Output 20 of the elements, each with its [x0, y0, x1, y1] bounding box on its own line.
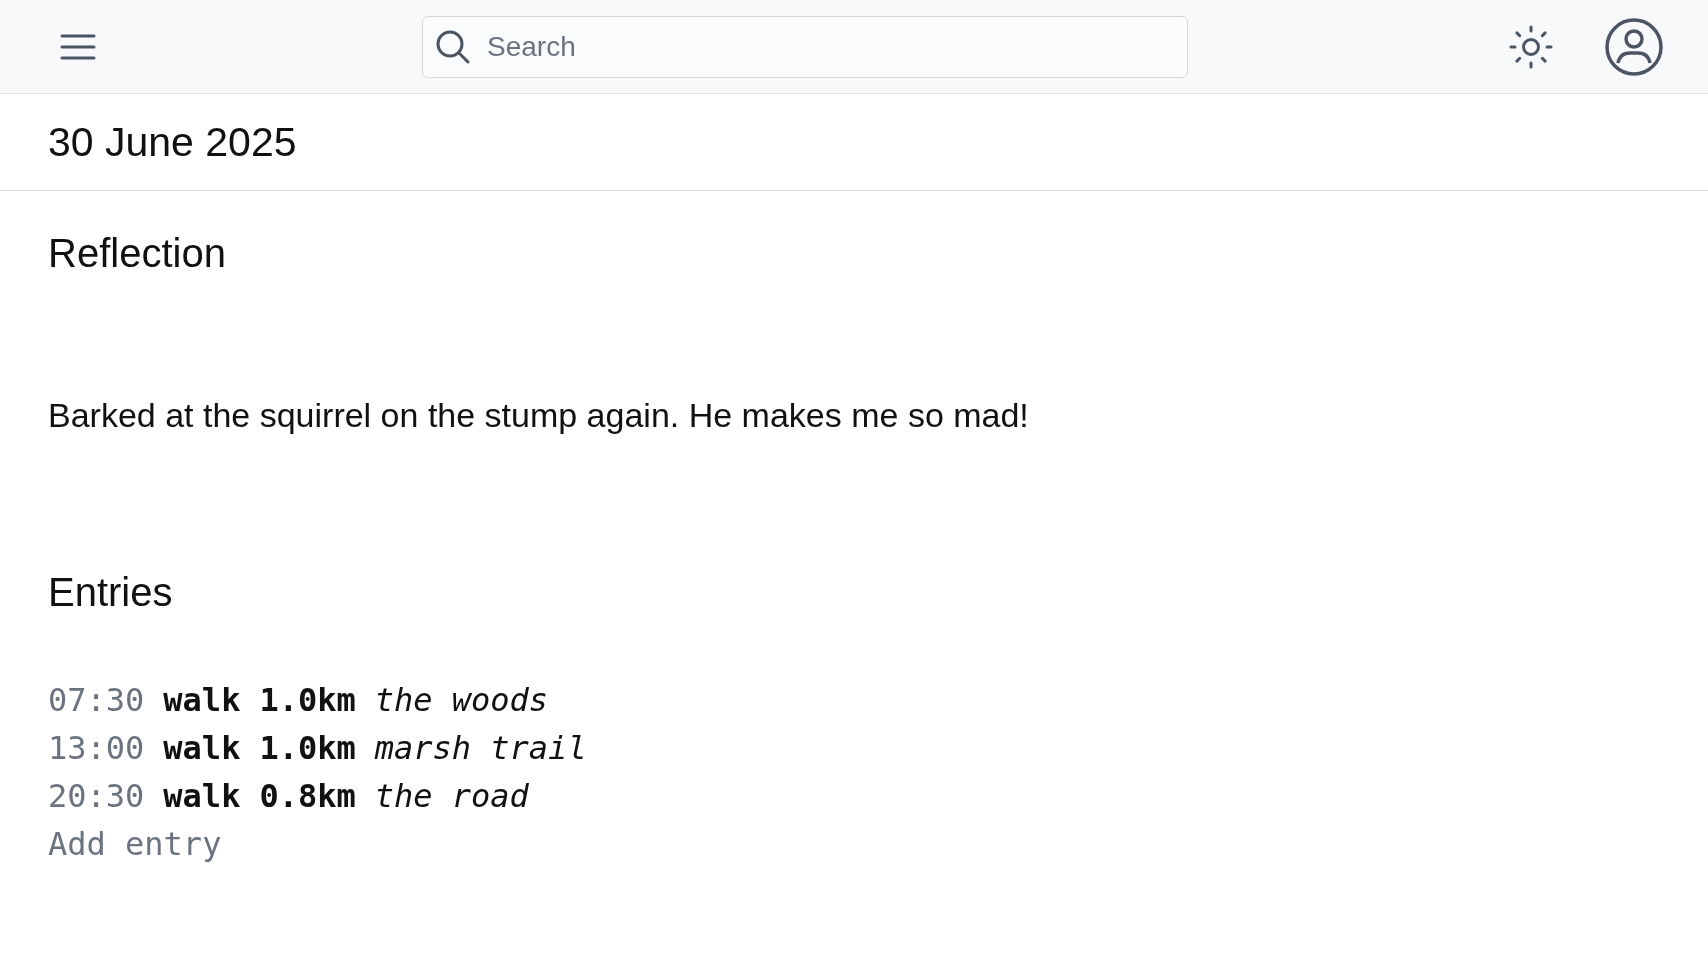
entry-distance: 0.8km: [259, 776, 356, 815]
entry-activity: walk: [163, 680, 241, 719]
entry-place: the road: [374, 776, 529, 815]
search-icon: [435, 28, 471, 65]
entry-time: 20:30: [48, 776, 145, 815]
entry-time: 07:30: [48, 680, 145, 719]
entry-time: 13:00: [48, 728, 145, 767]
date-title: 30 June 2025: [48, 118, 297, 166]
account-icon[interactable]: [1604, 16, 1664, 77]
entry-distance: 1.0km: [259, 728, 356, 767]
entry-place: marsh trail: [374, 728, 587, 767]
entry-place: the woods: [374, 680, 549, 719]
search-field[interactable]: Search: [422, 15, 1188, 78]
add-entry-field[interactable]: Add entry: [48, 819, 348, 868]
entry-distance: 1.0km: [259, 680, 356, 719]
section-heading: Entries: [48, 568, 174, 616]
entry-activity: walk: [163, 776, 241, 815]
section-heading: Reflection: [48, 230, 227, 277]
reflection-text: Barked at the squirrel on the stump again. He makes me so mad!: [48, 395, 1030, 436]
entry-activity: walk: [163, 728, 241, 767]
